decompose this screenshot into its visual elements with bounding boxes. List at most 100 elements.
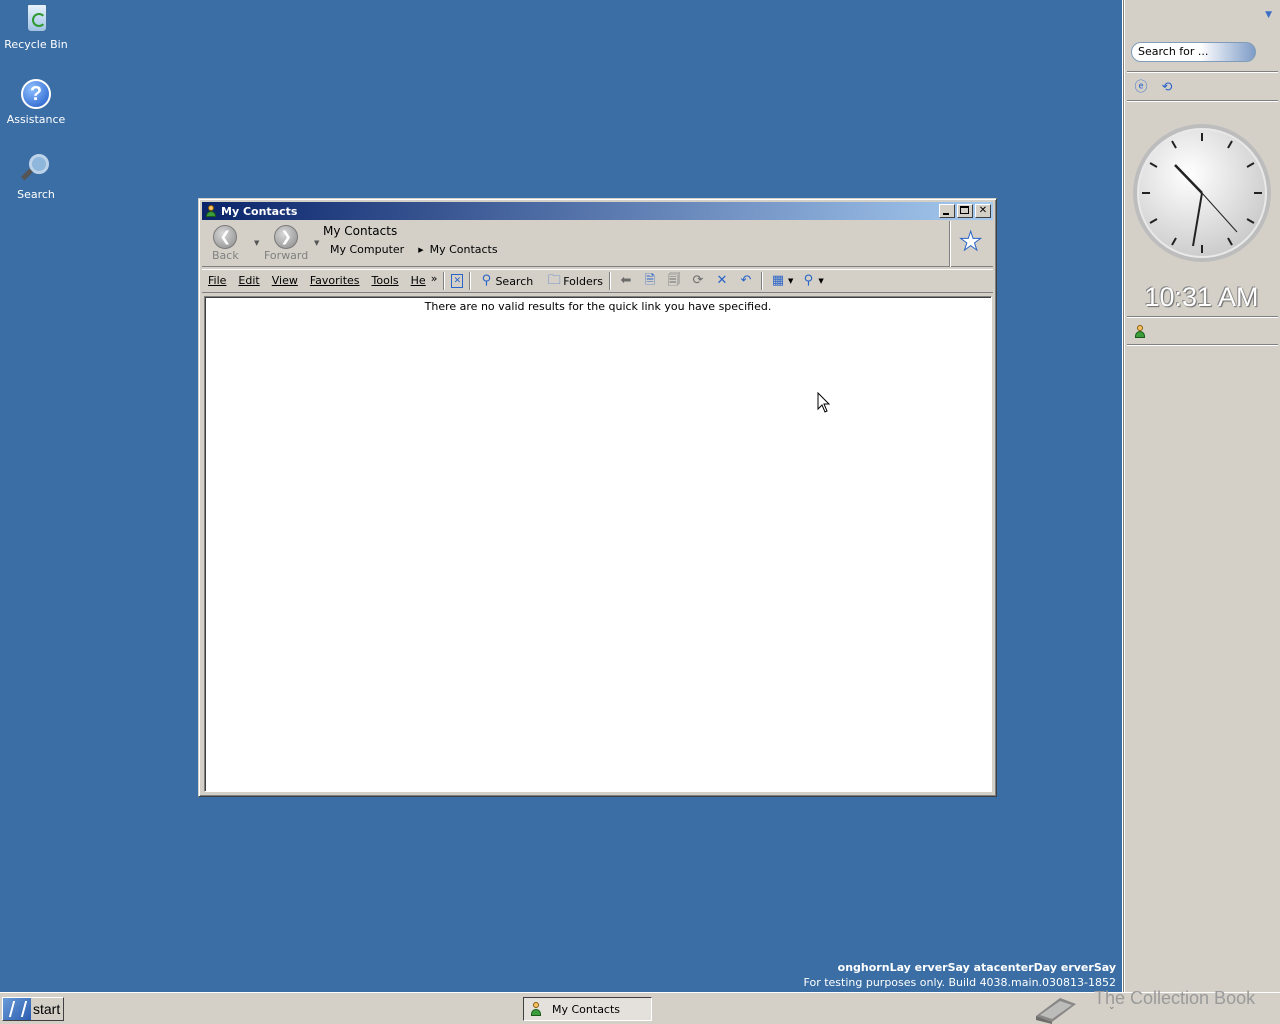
- undo-icon: ↶: [740, 273, 752, 288]
- delete-icon: ✕: [716, 273, 728, 288]
- favorites-area: ★: [949, 221, 993, 267]
- copy-to-icon: 🗐: [667, 273, 681, 288]
- menu-file[interactable]: File: [202, 271, 232, 291]
- menu-tools[interactable]: Tools: [366, 271, 405, 291]
- forward-dropdown-icon[interactable]: ▼: [314, 239, 319, 247]
- breadcrumb-item-my-computer[interactable]: My Computer: [330, 243, 404, 256]
- search-options-icon: ⚲: [803, 273, 814, 288]
- mouse-cursor-icon: [817, 392, 831, 413]
- folders-button[interactable]: 🗀 Folders: [542, 271, 606, 291]
- toolbar-separator: [469, 272, 472, 290]
- back-dropdown-icon[interactable]: ▼: [254, 239, 259, 247]
- sidebar-divider: [1127, 344, 1278, 346]
- refresh-icon[interactable]: ⟲: [1159, 80, 1175, 96]
- breadcrumb-separator-icon: ▶: [418, 245, 424, 254]
- start-label: start: [33, 1001, 61, 1017]
- views-button[interactable]: ▦ ▼: [766, 271, 796, 291]
- collection-book-label[interactable]: The Collection Book: [1094, 988, 1255, 1009]
- sidebar-divider: [1127, 316, 1278, 318]
- back-button[interactable]: ❮ Back: [212, 225, 239, 262]
- undo-button[interactable]: ↶: [734, 271, 758, 291]
- navigation-bar: ❮ Back ▼ ❯ Forward ▼ My Contacts My Comp…: [202, 221, 993, 267]
- up-button[interactable]: ⬅: [614, 271, 638, 291]
- digital-clock-time: 10:31 AM: [1144, 282, 1259, 312]
- sync-button[interactable]: ⟳: [686, 271, 710, 291]
- search-icon: [19, 152, 53, 186]
- forward-button[interactable]: ❯ Forward: [264, 225, 308, 262]
- tray-chevron-icon[interactable]: ⌄: [1108, 1002, 1116, 1012]
- contact-tile-icon[interactable]: [1133, 325, 1147, 339]
- maximize-icon: [960, 206, 969, 214]
- maximize-button[interactable]: [957, 204, 973, 218]
- sidebar-divider: [1127, 71, 1278, 73]
- collection-book-icon[interactable]: [1030, 990, 1080, 1024]
- close-icon: ✕: [978, 205, 988, 216]
- results-pane[interactable]: There are no valid results for the quick…: [204, 296, 992, 792]
- clear-results-button[interactable]: ✕: [448, 271, 466, 291]
- toolbar-separator: [443, 272, 446, 290]
- forward-arrow-icon: ❯: [274, 225, 299, 249]
- sidebar-collapse-icon[interactable]: ▼: [1265, 10, 1272, 20]
- desktop-icon-assistance[interactable]: ? Assistance: [2, 77, 70, 126]
- toolbar-separator: [608, 272, 611, 290]
- favorite-star-icon[interactable]: ★: [958, 229, 982, 256]
- menu-overflow-chevron[interactable]: »: [428, 272, 441, 285]
- close-button[interactable]: ✕: [975, 204, 991, 218]
- search-label: Search: [495, 274, 534, 288]
- recycle-bin-icon: [19, 2, 53, 36]
- minimize-icon: [943, 213, 949, 215]
- menu-view[interactable]: View: [266, 271, 304, 291]
- folders-icon: 🗀: [547, 273, 561, 288]
- menu-edit[interactable]: Edit: [232, 271, 265, 291]
- search-options-dropdown-icon: ▼: [818, 277, 824, 285]
- help-icon: ?: [19, 77, 53, 111]
- window-title: My Contacts: [221, 204, 298, 218]
- clear-document-icon: ✕: [451, 274, 464, 288]
- taskbar: start My Contacts: [0, 992, 1280, 1024]
- internet-explorer-icon[interactable]: ⓔ: [1133, 80, 1149, 96]
- move-to-button[interactable]: 🗎: [638, 271, 662, 291]
- sidebar-divider: [1127, 100, 1278, 102]
- back-label: Back: [212, 249, 239, 262]
- menu-help[interactable]: He: [405, 271, 428, 291]
- sidebar: ▼ Search for ... ⓔ ⟲ 10:31 AM: [1122, 0, 1280, 992]
- breadcrumb: My Computer ▶ My Contacts: [330, 243, 498, 256]
- up-arrow-icon: ⬅: [620, 273, 632, 288]
- back-arrow-icon: ❮: [213, 225, 238, 249]
- copy-to-button[interactable]: 🗐: [662, 271, 686, 291]
- desktop-icon-search[interactable]: Search: [2, 152, 70, 201]
- move-to-icon: 🗎: [644, 273, 656, 288]
- search-icon: ⚲: [481, 273, 492, 288]
- contacts-icon: [204, 204, 218, 218]
- analog-clock: [1133, 124, 1271, 262]
- search-button[interactable]: ⚲ Search: [474, 271, 536, 291]
- title-bar[interactable]: My Contacts ✕: [202, 202, 993, 220]
- build-watermark-info: For testing purposes only. Build 4038.ma…: [803, 976, 1116, 989]
- views-grid-icon: ▦: [771, 273, 785, 288]
- my-contacts-window: My Contacts ✕ ❮ Back ▼ ❯ Forward ▼ My Co…: [198, 198, 997, 797]
- no-results-message: There are no valid results for the quick…: [424, 300, 772, 313]
- menu-toolbar: File Edit View Favorites Tools He » ✕ ⚲ …: [202, 269, 993, 293]
- delete-button[interactable]: ✕: [710, 271, 734, 291]
- desktop-icon-label: Search: [17, 188, 55, 201]
- views-dropdown-icon: ▼: [787, 277, 794, 285]
- search-options-button[interactable]: ⚲ ▼: [796, 271, 826, 291]
- minimize-button[interactable]: [939, 204, 955, 218]
- start-button[interactable]: start: [2, 997, 64, 1021]
- menu-favorites[interactable]: Favorites: [304, 271, 366, 291]
- desktop-icon-label: Recycle Bin: [4, 38, 68, 51]
- breadcrumb-item-my-contacts[interactable]: My Contacts: [430, 243, 498, 256]
- location-title: My Contacts: [323, 224, 398, 238]
- sync-icon: ⟳: [692, 273, 704, 288]
- sidebar-search-input[interactable]: Search for ...: [1131, 42, 1256, 62]
- desktop-icon-label: Assistance: [6, 113, 66, 126]
- forward-label: Forward: [264, 249, 309, 262]
- build-watermark-title: onghornLay erverSay atacenterDay erverSa…: [837, 961, 1116, 974]
- folders-label: Folders: [563, 274, 603, 288]
- taskbar-item-label: My Contacts: [552, 1002, 621, 1016]
- start-flag-icon: [3, 998, 31, 1020]
- taskbar-item-my-contacts[interactable]: My Contacts: [523, 997, 652, 1021]
- desktop-icon-recycle-bin[interactable]: Recycle Bin: [2, 2, 70, 51]
- toolbar-separator: [760, 272, 763, 290]
- contacts-icon: [528, 1001, 544, 1017]
